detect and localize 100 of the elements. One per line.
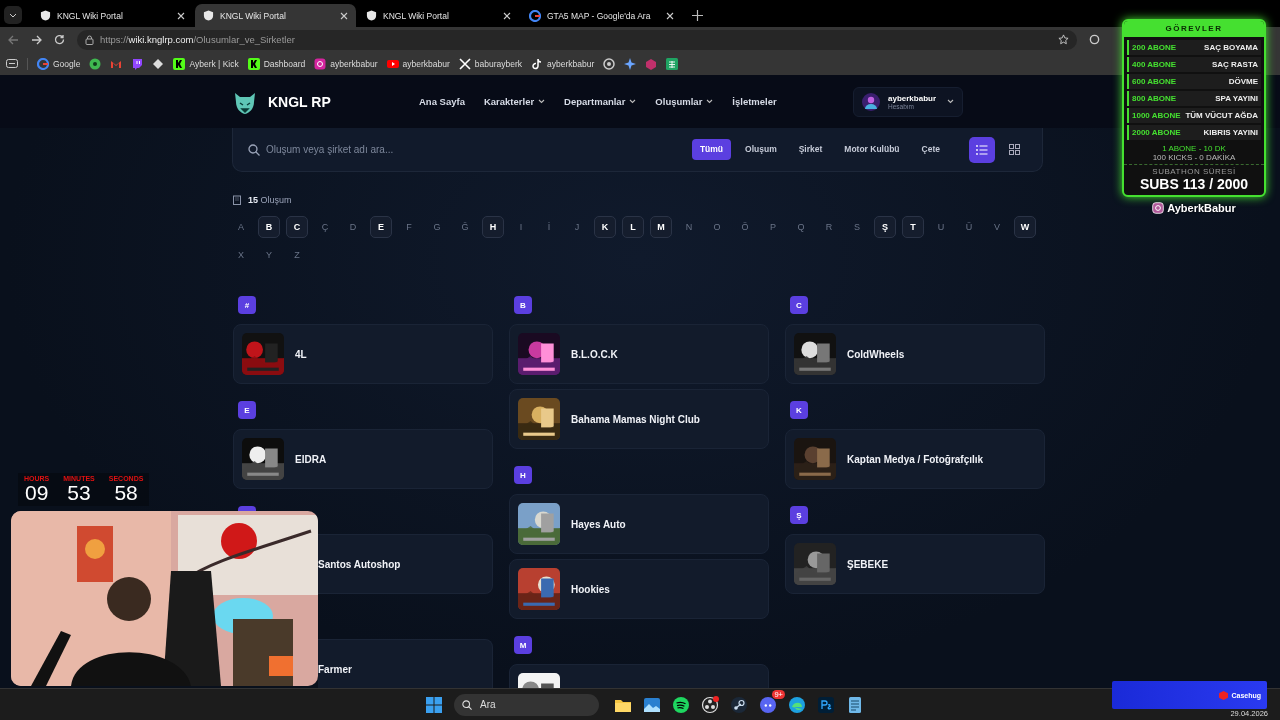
photos-icon[interactable] (643, 695, 661, 714)
recorder-icon[interactable] (701, 695, 719, 714)
nav-link[interactable]: İşletmeler (732, 96, 777, 107)
taskbar-search[interactable]: Ara (454, 693, 599, 716)
bookmark[interactable]: ayberkbabur (314, 57, 378, 70)
nav-link[interactable]: Karakterler (483, 96, 546, 107)
letter-link[interactable]: D (342, 216, 364, 238)
letter-link[interactable]: C (286, 216, 308, 238)
bookmark-toggle-icon[interactable] (6, 59, 18, 68)
new-tab-button[interactable] (692, 10, 703, 21)
letter-link[interactable]: X (230, 244, 252, 266)
nav-link[interactable]: Oluşumlar (655, 96, 714, 107)
organization-card[interactable]: B.L.O.C.K (509, 324, 769, 384)
letter-link[interactable]: Ü (958, 216, 980, 238)
diamond-icon[interactable] (152, 57, 165, 70)
bookmark[interactable]: Google (37, 57, 81, 70)
twitch-icon[interactable] (131, 57, 144, 70)
filter-tab[interactable]: Tümü (691, 139, 732, 160)
organization-card[interactable]: Farmer (318, 639, 493, 688)
bookmark[interactable]: baburayberk (458, 57, 523, 70)
address-bar[interactable]: https://wiki.knglrp.com/Olusumlar_ve_Sirketler (77, 29, 1077, 50)
rate-text: 100 KICKS - 0 DAKİKA (1152, 153, 1236, 162)
filter-tab[interactable]: Motor Kulübü (836, 139, 908, 160)
organization-card[interactable]: Bahama Mamas Night Club (509, 389, 769, 449)
letter-link[interactable]: Ğ (454, 216, 476, 238)
letter-link[interactable]: A (230, 216, 252, 238)
letter-link[interactable]: G (426, 216, 448, 238)
letter-link[interactable]: R (818, 216, 840, 238)
letter-link[interactable]: K (594, 216, 616, 238)
organization-card[interactable]: Santos Autoshop (318, 534, 493, 594)
letter-link[interactable]: B (258, 216, 280, 238)
forward-icon[interactable] (31, 34, 42, 45)
organization-card[interactable]: ŞEBEKE (785, 534, 1045, 594)
letter-link[interactable]: U (930, 216, 952, 238)
view-toggle-button[interactable] (969, 136, 995, 163)
search-field[interactable]: Oluşum veya şirket adı ara... (266, 144, 686, 155)
start-icon[interactable] (425, 695, 443, 714)
knot-icon[interactable] (603, 57, 616, 70)
letter-link[interactable]: H (482, 216, 504, 238)
organization-card[interactable]: 4L (233, 324, 493, 384)
close-icon[interactable] (340, 11, 348, 20)
steam-icon[interactable] (730, 695, 748, 714)
organization-card[interactable]: EIDRA (233, 429, 493, 489)
close-icon[interactable] (666, 11, 674, 20)
nav-link[interactable]: Ana Sayfa (419, 96, 465, 107)
nav-link[interactable]: Departmanlar (564, 96, 637, 107)
letter-link[interactable]: Ç (314, 216, 336, 238)
letter-link[interactable]: O (706, 216, 728, 238)
bookmark[interactable]: Dashboard (247, 57, 306, 70)
extension-icon[interactable] (1089, 34, 1100, 45)
letter-link[interactable]: J (566, 216, 588, 238)
discord-icon[interactable] (759, 695, 777, 714)
goal-row: 200 ABONE SAÇ BOYAMA (1127, 40, 1261, 55)
browser-tab[interactable]: GTA5 MAP - Google'da Ara (521, 4, 682, 27)
letter-link[interactable]: N (678, 216, 700, 238)
bookmark[interactable]: Ayberk | Kick (173, 57, 239, 70)
sparkle-icon[interactable] (624, 57, 637, 70)
browser-tab[interactable]: KNGL Wiki Portal (32, 4, 193, 27)
cube-icon (1219, 690, 1229, 700)
letter-badge: Ş (790, 506, 808, 524)
letter-link[interactable]: Ş (874, 216, 896, 238)
organization-card[interactable]: Kaptan Medya / Fotoğrafçılık (785, 429, 1045, 489)
edge-icon[interactable] (788, 695, 806, 714)
kick-icon (247, 57, 260, 70)
chat-icon[interactable] (89, 57, 102, 70)
letter-link[interactable]: P (762, 216, 784, 238)
letter-link[interactable]: Z (286, 244, 308, 266)
filter-tab[interactable]: Oluşum (737, 139, 785, 160)
close-icon[interactable] (503, 11, 511, 20)
filter-tab[interactable]: Şirket (790, 139, 831, 160)
organization-card[interactable]: Hayes Auto (509, 494, 769, 554)
star-icon[interactable] (1058, 34, 1069, 45)
bookmark[interactable]: ayberkbabur (386, 57, 450, 70)
close-icon[interactable] (177, 11, 185, 20)
goal-row: 600 ABONE DÖVME (1127, 74, 1261, 89)
letter-badge: B (514, 296, 532, 314)
organization-name: ColdWheels (847, 348, 905, 360)
photoshop-icon[interactable] (817, 695, 835, 714)
browser-tab[interactable]: KNGL Wiki Portal (195, 4, 356, 27)
notepad-icon[interactable] (846, 695, 864, 714)
letter-link[interactable]: T (902, 216, 924, 238)
sheet-icon[interactable] (666, 57, 679, 70)
letter-link[interactable]: S (846, 216, 868, 238)
back-icon[interactable] (8, 34, 19, 45)
organization-card[interactable]: ColdWheels (785, 324, 1045, 384)
browser-tab[interactable]: KNGL Wiki Portal (358, 4, 519, 27)
letter-link[interactable]: Q (790, 216, 812, 238)
letter-link[interactable]: E (370, 216, 392, 238)
bookmark[interactable]: ayberkbabur (531, 57, 595, 70)
reload-icon[interactable] (54, 34, 65, 45)
letter-link[interactable]: Ö (734, 216, 756, 238)
letter-link[interactable]: F (398, 216, 420, 238)
spotify-icon[interactable] (672, 695, 690, 714)
organization-card[interactable]: Hookies (509, 559, 769, 619)
letter-link[interactable]: L (622, 216, 644, 238)
filter-tab[interactable]: Çete (913, 139, 948, 160)
letter-link[interactable]: M (650, 216, 672, 238)
letter-link[interactable]: W (1014, 216, 1036, 238)
letter-link[interactable]: V (986, 216, 1008, 238)
letter-link[interactable]: Y (258, 244, 280, 266)
